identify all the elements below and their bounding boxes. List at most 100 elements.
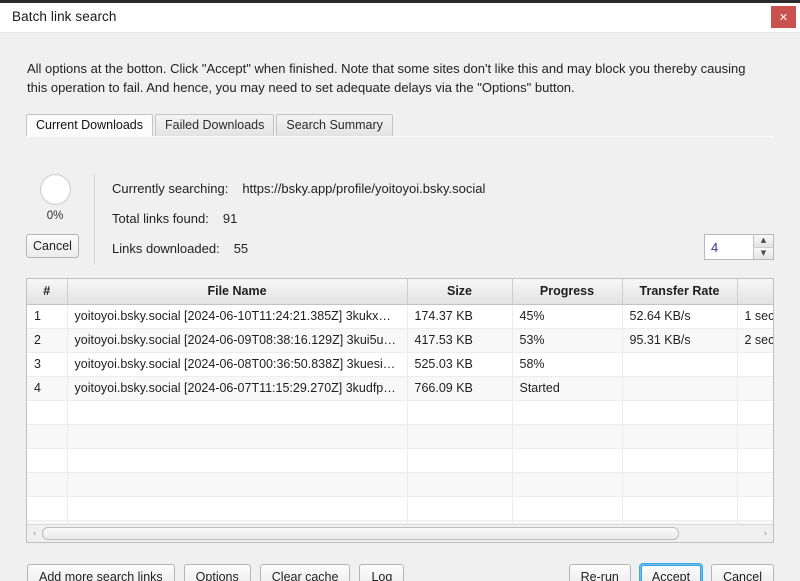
options-button[interactable]: Options <box>183 564 251 581</box>
table-row[interactable]: 1 yoitoyoi.bsky.social [2024-06-10T11:24:… <box>27 304 773 329</box>
table-row[interactable]: 4 yoitoyoi.bsky.social [2024-06-07T11:15:… <box>27 376 773 401</box>
status-row: Total links found: 91 <box>112 211 485 241</box>
cell-time-left: 1 sec <box>737 304 773 329</box>
progress-indicator: 0% <box>26 174 84 222</box>
cell-file-name: yoitoyoi.bsky.social [2024-06-10T11:24:2… <box>67 304 408 329</box>
tab-panel-edge <box>26 136 774 137</box>
stepper-up-icon[interactable]: ▲ <box>754 235 773 248</box>
table-row[interactable] <box>27 472 773 497</box>
cell-time-left <box>737 472 773 497</box>
table-row[interactable]: 3 yoitoyoi.bsky.social [2024-06-08T00:36:… <box>27 352 773 377</box>
cell-file-name <box>67 424 408 449</box>
cell-progress <box>512 448 623 473</box>
cell-size <box>407 496 513 521</box>
cell-time-left <box>737 400 773 425</box>
batch-link-search-dialog: Batch link search ✕ All options at the b… <box>0 0 800 581</box>
column-header[interactable]: File Name <box>67 279 408 305</box>
cell-file-name <box>67 472 408 497</box>
add-more-search-links-button[interactable]: Add more search links <box>27 564 175 581</box>
cancel-button[interactable]: Cancel <box>711 564 774 581</box>
column-header[interactable]: Transfer Rate <box>622 279 738 305</box>
tab-strip: Current Downloads Failed Downloads Search … <box>26 114 774 137</box>
table-header: # File Name Size Progress Transfer Rate <box>27 279 773 305</box>
scroll-left-icon[interactable]: ‹ <box>27 529 42 539</box>
cell-size <box>407 400 513 425</box>
close-icon[interactable]: ✕ <box>771 6 796 28</box>
status-value: 55 <box>233 241 249 256</box>
cell-index <box>27 472 68 497</box>
progress-percent-label: 0% <box>46 210 64 222</box>
thread-count-stepper[interactable]: ▲ ▼ <box>704 234 774 260</box>
cell-transfer-rate <box>622 448 738 473</box>
cell-progress: Started <box>512 376 623 401</box>
table-row[interactable]: 2 yoitoyoi.bsky.social [2024-06-09T08:38:… <box>27 328 773 353</box>
cell-time-left <box>737 424 773 449</box>
cell-progress: 53% <box>512 328 623 353</box>
cell-progress: 45% <box>512 304 623 329</box>
status-row: Currently searching: https://bsky.app/pro… <box>112 181 485 211</box>
scrollbar-thumb[interactable] <box>42 527 680 540</box>
cell-index: 3 <box>27 352 68 377</box>
status-row: Links downloaded: 55 <box>112 241 485 271</box>
cell-time-left: 2 sec <box>737 328 773 353</box>
cell-file-name <box>67 400 408 425</box>
cell-size <box>407 448 513 473</box>
table-row[interactable] <box>27 448 773 473</box>
cell-progress <box>512 472 623 497</box>
cell-time-left <box>737 352 773 377</box>
status-value: 91 <box>222 211 238 226</box>
accept-button[interactable]: Accept <box>639 564 703 581</box>
cell-transfer-rate <box>622 496 738 521</box>
cell-file-name <box>67 448 408 473</box>
cell-file-name: yoitoyoi.bsky.social [2024-06-09T08:38:1… <box>67 328 408 353</box>
cell-file-name: yoitoyoi.bsky.social [2024-06-07T11:15:2… <box>67 376 408 401</box>
tab-search-summary[interactable]: Search Summary <box>276 114 393 136</box>
table-row[interactable] <box>27 496 773 521</box>
cell-index: 1 <box>27 304 68 329</box>
cell-transfer-rate <box>622 472 738 497</box>
cell-time-left <box>737 448 773 473</box>
table-row[interactable] <box>27 424 773 449</box>
column-header[interactable] <box>737 279 773 305</box>
cell-size: 766.09 KB <box>407 376 513 401</box>
tab-current-downloads[interactable]: Current Downloads <box>26 114 153 136</box>
cancel-search-button[interactable]: Cancel <box>26 234 79 258</box>
column-header[interactable]: # <box>27 279 68 305</box>
footer-right-buttons: Re-run Accept Cancel <box>568 564 774 581</box>
scrollbar-track[interactable] <box>42 527 758 540</box>
status-label: Links downloaded: <box>112 241 220 256</box>
stepper-buttons: ▲ ▼ <box>753 235 773 259</box>
downloads-table: # File Name Size Progress Transfer Rate 1 yoi… <box>27 279 773 525</box>
table-body: 1 yoitoyoi.bsky.social [2024-06-10T11:24:… <box>27 304 773 525</box>
thread-count-input[interactable] <box>705 235 753 259</box>
column-header[interactable]: Progress <box>512 279 623 305</box>
clear-cache-button[interactable]: Clear cache <box>259 564 351 581</box>
cell-time-left <box>737 376 773 401</box>
intro-text: All options at the botton. Click "Accept… <box>27 61 746 95</box>
scroll-right-icon[interactable]: › <box>758 529 773 539</box>
cell-progress <box>512 424 623 449</box>
cell-transfer-rate: 95.31 KB/s <box>622 328 738 353</box>
status-label: Total links found: <box>112 211 209 226</box>
cell-index <box>27 400 68 425</box>
cell-index <box>27 424 68 449</box>
table-header-row: # File Name Size Progress Transfer Rate <box>27 279 773 305</box>
tab-failed-downloads[interactable]: Failed Downloads <box>155 114 275 136</box>
cell-size <box>407 424 513 449</box>
cell-size: 417.53 KB <box>407 328 513 353</box>
cell-index <box>27 496 68 521</box>
log-button[interactable]: Log <box>359 564 405 581</box>
stepper-down-icon[interactable]: ▼ <box>754 247 773 259</box>
status-label: Currently searching: <box>112 181 229 196</box>
horizontal-scrollbar[interactable]: ‹ › <box>27 524 773 542</box>
cell-transfer-rate <box>622 352 738 377</box>
column-header[interactable]: Size <box>407 279 513 305</box>
table-row[interactable] <box>27 400 773 425</box>
vertical-divider <box>94 173 95 265</box>
window-title: Batch link search <box>12 9 117 24</box>
cell-index: 2 <box>27 328 68 353</box>
cell-index <box>27 448 68 473</box>
cell-progress <box>512 496 623 521</box>
dialog-body: All options at the botton. Click "Accept… <box>0 33 800 581</box>
re-run-button[interactable]: Re-run <box>568 564 631 581</box>
